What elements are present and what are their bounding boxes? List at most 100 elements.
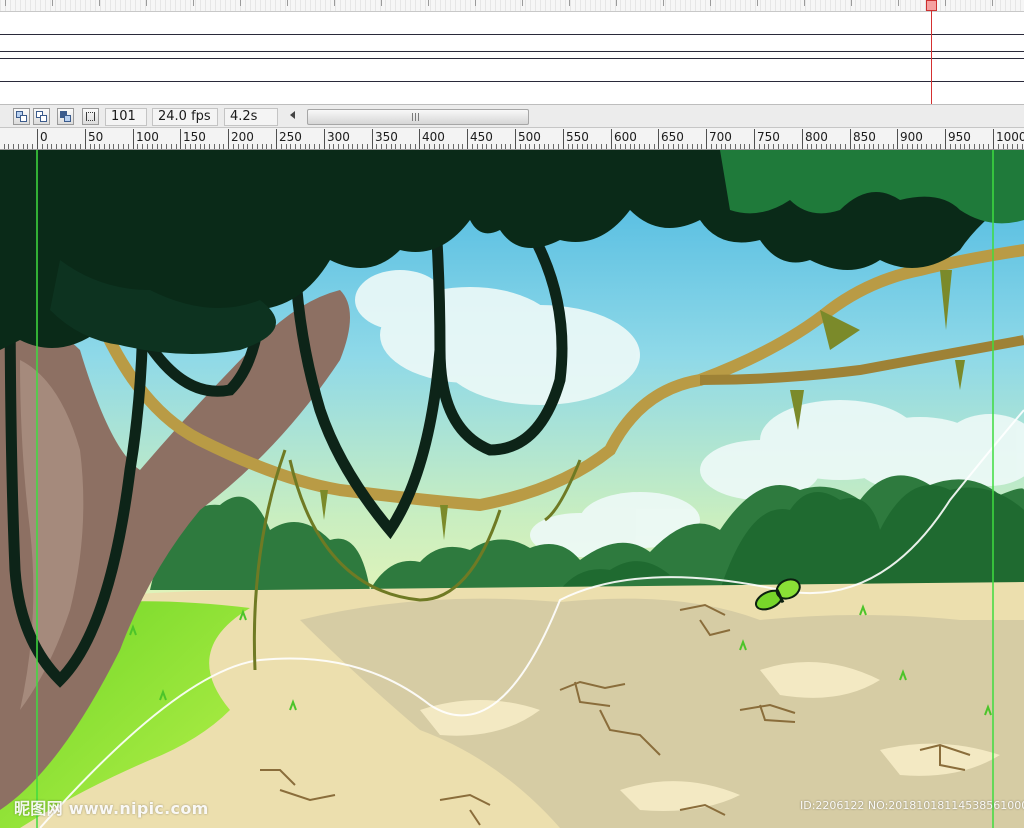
ruler-tick: [811, 144, 812, 149]
ruler-tick: [1022, 144, 1023, 149]
ruler-tick: [563, 129, 564, 149]
ruler-tick: [319, 144, 320, 149]
ruler-tick: [1003, 144, 1004, 149]
ruler-tick: [577, 144, 578, 149]
timeline-horizontal-scrollbar[interactable]: [307, 109, 529, 125]
ruler-tick: [8, 144, 9, 149]
ruler-tick: [988, 144, 989, 149]
ruler-label: 550: [566, 130, 589, 144]
ruler-tick: [61, 144, 62, 149]
ruler-tick: [697, 144, 698, 149]
ruler-tick: [505, 144, 506, 149]
ruler-tick: [486, 144, 487, 149]
ruler-tick: [123, 144, 124, 149]
frame-rate-field[interactable]: 24.0 fps: [152, 108, 218, 126]
ruler-label: 700: [709, 130, 732, 144]
ruler-tick: [133, 129, 134, 149]
ruler-tick: [830, 144, 831, 149]
onion-skin-outlines-button[interactable]: [33, 108, 50, 125]
ruler-tick: [711, 144, 712, 149]
stage-horizontal-ruler[interactable]: 0 50 100 150 200 250 300 350 400 450 500 550 600 650 7…: [0, 128, 1024, 150]
stage-canvas[interactable]: [0, 150, 1024, 828]
ruler-label: 400: [422, 130, 445, 144]
ruler-tick: [845, 144, 846, 149]
timeline-panel[interactable]: [0, 0, 1024, 104]
ruler-tick: [773, 144, 774, 149]
ruler-tick: [314, 144, 315, 149]
ruler-tick: [324, 129, 325, 149]
ruler-tick: [419, 129, 420, 149]
ruler-tick: [94, 144, 95, 149]
ruler-tick: [725, 144, 726, 149]
ruler-tick: [109, 144, 110, 149]
ruler-tick: [343, 144, 344, 149]
ruler-tick: [596, 144, 597, 149]
ruler-tick: [807, 144, 808, 149]
frame-number-ruler[interactable]: [0, 0, 1024, 12]
ruler-tick: [654, 144, 655, 149]
playhead-handle[interactable]: [926, 0, 937, 11]
frame-ruler-tick: [851, 0, 852, 6]
ruler-tick: [185, 144, 186, 149]
ruler-label: 450: [470, 130, 493, 144]
ruler-tick: [917, 144, 918, 149]
ruler-tick: [37, 129, 38, 149]
ruler-tick: [979, 144, 980, 149]
ruler-tick: [912, 144, 913, 149]
ruler-tick: [936, 144, 937, 149]
ruler-label: 250: [279, 130, 302, 144]
ruler-tick: [4, 144, 5, 149]
ruler-tick: [219, 144, 220, 149]
frame-ruler-tick: [146, 0, 147, 6]
ruler-tick: [601, 144, 602, 149]
ruler-tick: [754, 129, 755, 149]
ruler-tick: [921, 144, 922, 149]
ruler-tick: [764, 144, 765, 149]
ruler-tick: [118, 144, 119, 149]
scroll-left-arrow-icon[interactable]: [290, 111, 295, 119]
ruler-tick: [381, 144, 382, 149]
ruler-label: 150: [183, 130, 206, 144]
ruler-tick: [309, 144, 310, 149]
ruler-label: 950: [948, 130, 971, 144]
ruler-tick: [104, 144, 105, 149]
ruler-tick: [190, 144, 191, 149]
ruler-tick: [587, 144, 588, 149]
ruler-tick: [99, 144, 100, 149]
ruler-tick: [797, 144, 798, 149]
modify-onion-markers-button[interactable]: [82, 108, 99, 125]
ruler-tick: [453, 144, 454, 149]
ruler-tick: [434, 144, 435, 149]
ruler-tick: [424, 144, 425, 149]
ruler-tick: [266, 144, 267, 149]
edit-multiple-frames-button[interactable]: [57, 108, 74, 125]
watermark-id: ID:2206122 NO:20181018114538561000: [800, 799, 1024, 812]
ruler-tick: [630, 144, 631, 149]
ruler-tick: [386, 144, 387, 149]
playhead-line: [931, 0, 932, 104]
ruler-tick: [295, 144, 296, 149]
ruler-tick: [13, 144, 14, 149]
frame-ruler-tick: [334, 0, 335, 6]
ruler-tick: [32, 144, 33, 149]
current-frame-field[interactable]: 101: [105, 108, 147, 126]
elapsed-time-field: 4.2s: [224, 108, 278, 126]
ruler-label: 650: [661, 130, 684, 144]
ruler-tick: [195, 144, 196, 149]
ruler-tick: [18, 144, 19, 149]
ruler-tick: [673, 144, 674, 149]
onion-skin-button[interactable]: [13, 108, 30, 125]
ruler-tick: [897, 129, 898, 149]
ruler-tick: [553, 144, 554, 149]
watermark-site: 昵图网 www.nipic.com: [14, 799, 209, 818]
scroll-grip-icon: [412, 113, 421, 121]
frame-ruler-tick: [663, 0, 664, 6]
ruler-tick: [113, 144, 114, 149]
ruler-tick: [262, 144, 263, 149]
ruler-tick: [945, 129, 946, 149]
ruler-tick: [873, 144, 874, 149]
ruler-tick: [228, 129, 229, 149]
ruler-tick: [171, 144, 172, 149]
ruler-tick: [276, 129, 277, 149]
frame-ruler-tick: [428, 0, 429, 6]
